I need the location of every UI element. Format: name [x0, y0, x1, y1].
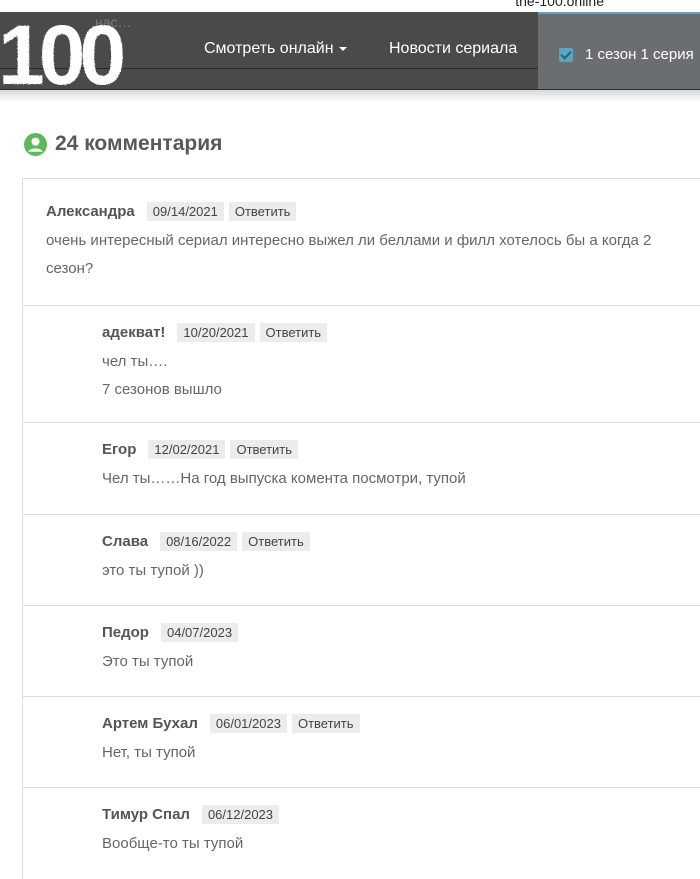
comment-item: Педор 04/07/2023 Это ты тупой	[23, 606, 700, 697]
comment-date: 09/14/2021	[146, 202, 224, 221]
reply-button[interactable]: Ответить	[230, 440, 299, 459]
comment-line: Вообще-то ты тупой	[102, 835, 244, 852]
comment-item: адекват! 10/20/2021 Ответить чел ты…. 7 …	[23, 306, 700, 423]
comment-item: Егор 12/02/2021 Ответить Чел ты……На год …	[23, 423, 700, 515]
navbar-shadow	[0, 90, 700, 102]
comment-line: Чел ты……На год выпуска комента посмотри,…	[102, 470, 466, 487]
comment-item: Слава 08/16/2022 Ответить это ты тупой )…	[23, 515, 700, 606]
comment-line: это ты тупой ))	[102, 562, 204, 579]
comment-item: Артем Бухал 06/01/2023 Ответить Нет, ты …	[23, 697, 700, 788]
logo-text: 100	[0, 10, 123, 90]
reply-button[interactable]: Ответить	[291, 714, 360, 733]
comment-meta: Егор 12/02/2021 Ответить	[102, 440, 299, 459]
comment-meta: Педор 04/07/2023	[102, 623, 239, 642]
comments-count: 24 комментария	[55, 132, 223, 155]
comment-author: Тимур Спал	[102, 806, 190, 823]
reply-button[interactable]: Ответить	[242, 532, 310, 551]
comment-line: Нет, ты тупой	[102, 744, 196, 761]
nav-watch-online-label: Смотреть онлайн	[204, 40, 334, 57]
season-episode-label: 1 сезон 1 серия	[585, 46, 694, 63]
comment-text: Вообще-то ты тупой	[102, 830, 243, 858]
comment-line: чел ты….	[102, 353, 168, 370]
site-navbar: нас… 100 Смотреть онлайн Новости сериала…	[0, 10, 700, 90]
user-circle-icon	[24, 132, 47, 156]
comment-date: 06/01/2023	[209, 714, 287, 733]
comment-date: 06/12/2023	[201, 805, 280, 824]
comment-line: Это ты тупой	[102, 653, 194, 670]
comment-author: Педор	[102, 624, 149, 641]
comment-meta: адекват! 10/20/2021 Ответить	[102, 323, 328, 342]
nav-watch-online[interactable]: Смотреть онлайн	[204, 40, 347, 58]
comments-title: 24 комментария	[24, 132, 222, 156]
comment-author: Слава	[102, 533, 149, 550]
comment-text: это ты тупой ))	[102, 557, 204, 585]
comment-line: очень интересный сериал интересно выжел …	[46, 232, 652, 249]
comment-item: Александра 09/14/2021 Ответить очень инт…	[23, 179, 700, 306]
nav-series-news-label: Новости сериала	[389, 40, 518, 57]
comment-text: Чел ты……На год выпуска комента посмотри,…	[102, 465, 466, 493]
comment-item: Тимур Спал 06/12/2023 Вообще-то ты тупой	[23, 788, 700, 879]
comment-date: 10/20/2021	[177, 323, 255, 342]
comment-author: Артем Бухал	[102, 715, 198, 732]
comment-date: 08/16/2022	[160, 532, 238, 551]
comment-text: очень интересный сериал интересно выжел …	[46, 227, 651, 283]
comment-meta: Слава 08/16/2022 Ответить	[102, 532, 310, 551]
reply-button[interactable]: Ответить	[228, 202, 297, 221]
nav-series-news[interactable]: Новости сериала	[389, 40, 517, 58]
comment-meta: Александра 09/14/2021 Ответить	[46, 202, 297, 221]
reply-button[interactable]: Ответить	[259, 323, 328, 342]
comments-list: Александра 09/14/2021 Ответить очень инт…	[22, 178, 700, 879]
comment-text: Это ты тупой	[102, 648, 193, 676]
comment-date: 04/07/2023	[160, 623, 239, 642]
url-text: the-100.online	[515, 0, 604, 9]
comment-author: адекват!	[102, 324, 166, 341]
season-episode-selector[interactable]: 1 сезон 1 серия	[538, 12, 700, 89]
site-logo[interactable]: 100	[0, 10, 144, 90]
comment-author: Александра	[46, 203, 135, 220]
comment-date: 12/02/2021	[148, 440, 226, 459]
comment-meta: Артем Бухал 06/01/2023 Ответить	[102, 714, 360, 733]
comment-author: Егор	[102, 441, 137, 458]
caret-down-icon	[338, 46, 347, 51]
comment-line: сезон?	[46, 260, 94, 277]
comment-meta: Тимур Спал 06/12/2023	[102, 805, 280, 824]
checkbox-icon[interactable]	[559, 48, 573, 62]
comment-text: чел ты…. 7 сезонов вышло	[102, 348, 222, 404]
comment-line: 7 сезонов вышло	[102, 381, 222, 398]
comment-text: Нет, ты тупой	[102, 739, 195, 767]
